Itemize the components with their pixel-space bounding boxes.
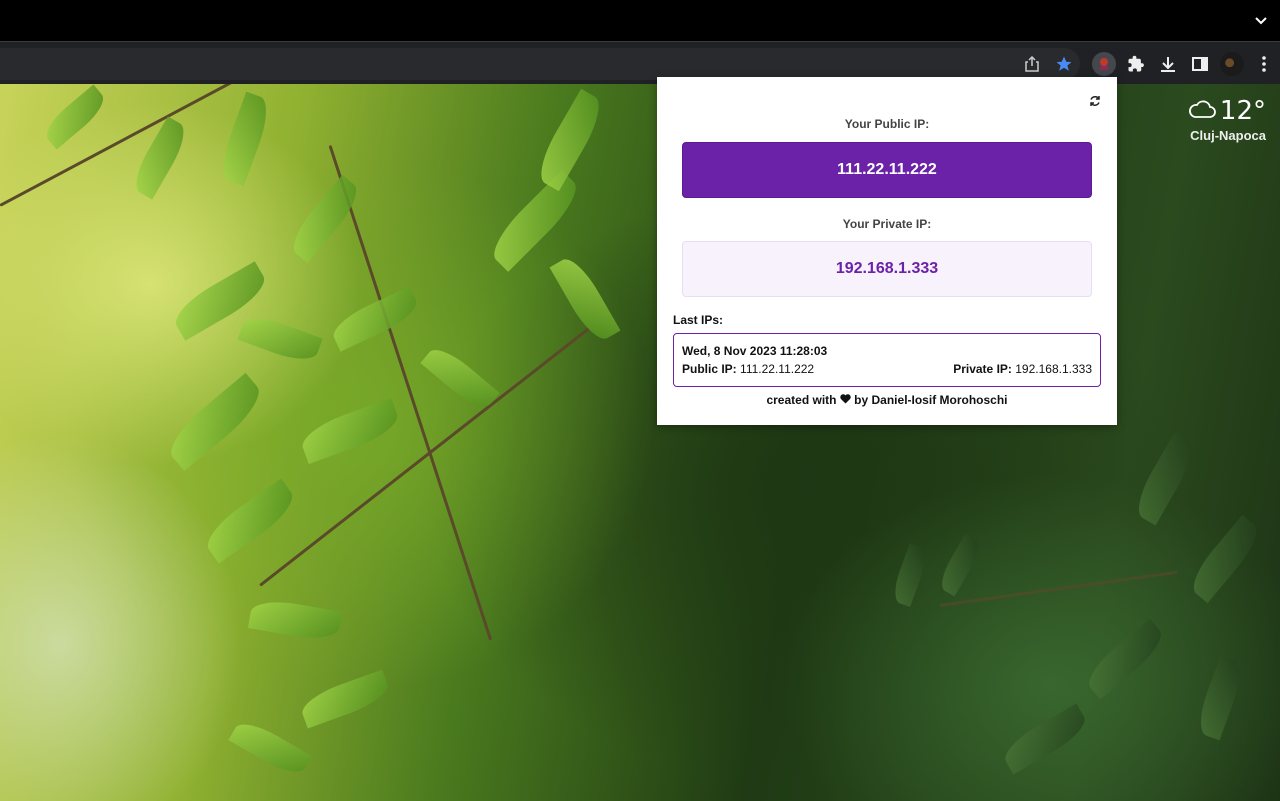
history-public-ip: Public IP: 111.22.11.222: [682, 362, 814, 376]
private-ip-label: Your Private IP:: [842, 217, 932, 231]
weather-city: Cluj-Napoca: [1190, 128, 1266, 143]
footer-suffix: by Daniel-Iosif Morohoschi: [854, 393, 1008, 407]
weather-widget[interactable]: 12° Cluj-Napoca: [1188, 96, 1266, 143]
weather-temperature: 12°: [1219, 96, 1266, 126]
history-public-label: Public IP:: [682, 362, 737, 376]
tab-search-chevron-icon[interactable]: [1254, 14, 1268, 28]
last-ips-label: Last IPs:: [673, 313, 724, 327]
public-ip-label: Your Public IP:: [844, 117, 930, 131]
private-ip-value[interactable]: 192.168.1.333: [682, 241, 1092, 297]
footer-credit: created with by Daniel-Iosif Morohoschi: [657, 393, 1117, 407]
side-panel-icon[interactable]: [1188, 52, 1212, 76]
history-private-value: 192.168.1.333: [1015, 362, 1092, 376]
history-date: Wed, 8 Nov 2023 11:28:03: [682, 344, 828, 358]
history-public-value: 111.22.11.222: [740, 362, 815, 376]
refresh-icon[interactable]: [1089, 95, 1101, 107]
tab-strip: [0, 0, 1280, 41]
extension-ip-icon[interactable]: [1092, 52, 1116, 76]
share-icon[interactable]: [1020, 52, 1044, 76]
heart-icon: [840, 393, 851, 407]
address-bar[interactable]: [0, 48, 1080, 80]
puzzle-extensions-icon[interactable]: [1124, 52, 1148, 76]
footer-prefix: created with: [766, 393, 837, 407]
ip-extension-popup: Your Public IP: 111.22.11.222 Your Priva…: [657, 77, 1117, 425]
cloud-icon: [1188, 99, 1216, 124]
history-private-label: Private IP:: [953, 362, 1012, 376]
profile-avatar[interactable]: [1220, 52, 1244, 76]
kebab-menu-icon[interactable]: [1252, 52, 1276, 76]
download-icon[interactable]: [1156, 52, 1180, 76]
public-ip-value[interactable]: 111.22.11.222: [682, 142, 1092, 198]
bookmark-star-icon[interactable]: [1052, 52, 1076, 76]
history-entry: Wed, 8 Nov 2023 11:28:03 Public IP: 111.…: [673, 333, 1101, 387]
history-private-ip: Private IP: 192.168.1.333: [953, 362, 1092, 376]
